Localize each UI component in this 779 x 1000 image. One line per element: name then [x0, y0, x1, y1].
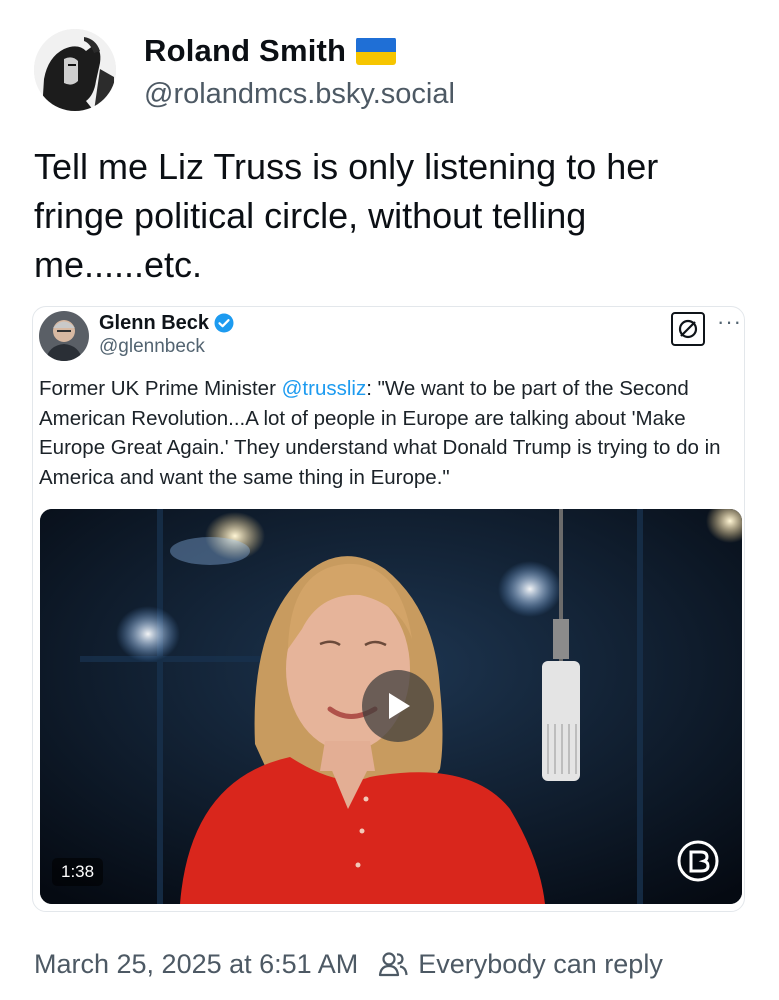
author-name-text: Roland Smith	[144, 33, 347, 68]
author-avatar[interactable]	[34, 29, 116, 111]
quoted-author-avatar[interactable]	[39, 311, 89, 361]
post: Roland Smith @rolandmcs.bsky.social Tell…	[0, 0, 779, 1000]
more-options-icon[interactable]: ···	[717, 307, 742, 337]
quoted-author-name-text: Glenn Beck	[99, 312, 210, 334]
author-name[interactable]: Roland Smith	[144, 32, 397, 70]
blocked-embed-icon[interactable]	[671, 312, 705, 346]
play-icon[interactable]	[362, 670, 434, 742]
mention-link[interactable]: @trussliz	[282, 377, 367, 400]
post-timestamp[interactable]: March 25, 2025 at 6:51 AM	[34, 946, 358, 982]
reply-setting[interactable]: Everybody can reply	[418, 946, 663, 982]
quoted-author-name[interactable]: Glenn Beck	[99, 311, 234, 335]
blaze-logo-icon	[676, 839, 720, 883]
video-duration: 1:38	[52, 858, 104, 886]
post-text: Tell me Liz Truss is only listening to h…	[34, 146, 659, 285]
quoted-author-handle[interactable]: @glennbeck	[99, 335, 205, 359]
verified-badge-icon	[214, 313, 234, 333]
people-icon	[379, 952, 408, 977]
quoted-post[interactable]: Glenn Beck @glennbeck ··· Former UK Prim…	[32, 306, 745, 912]
post-footer: March 25, 2025 at 6:51 AM Everybody can …	[34, 946, 663, 982]
video-player[interactable]: 1:38	[40, 509, 742, 904]
author-handle[interactable]: @rolandmcs.bsky.social	[144, 76, 455, 112]
ukraine-flag-icon	[356, 37, 397, 65]
quoted-post-text: Former UK Prime Minister @trussliz: "We …	[39, 374, 739, 492]
quoted-text-start: Former UK Prime Minister	[39, 377, 282, 400]
